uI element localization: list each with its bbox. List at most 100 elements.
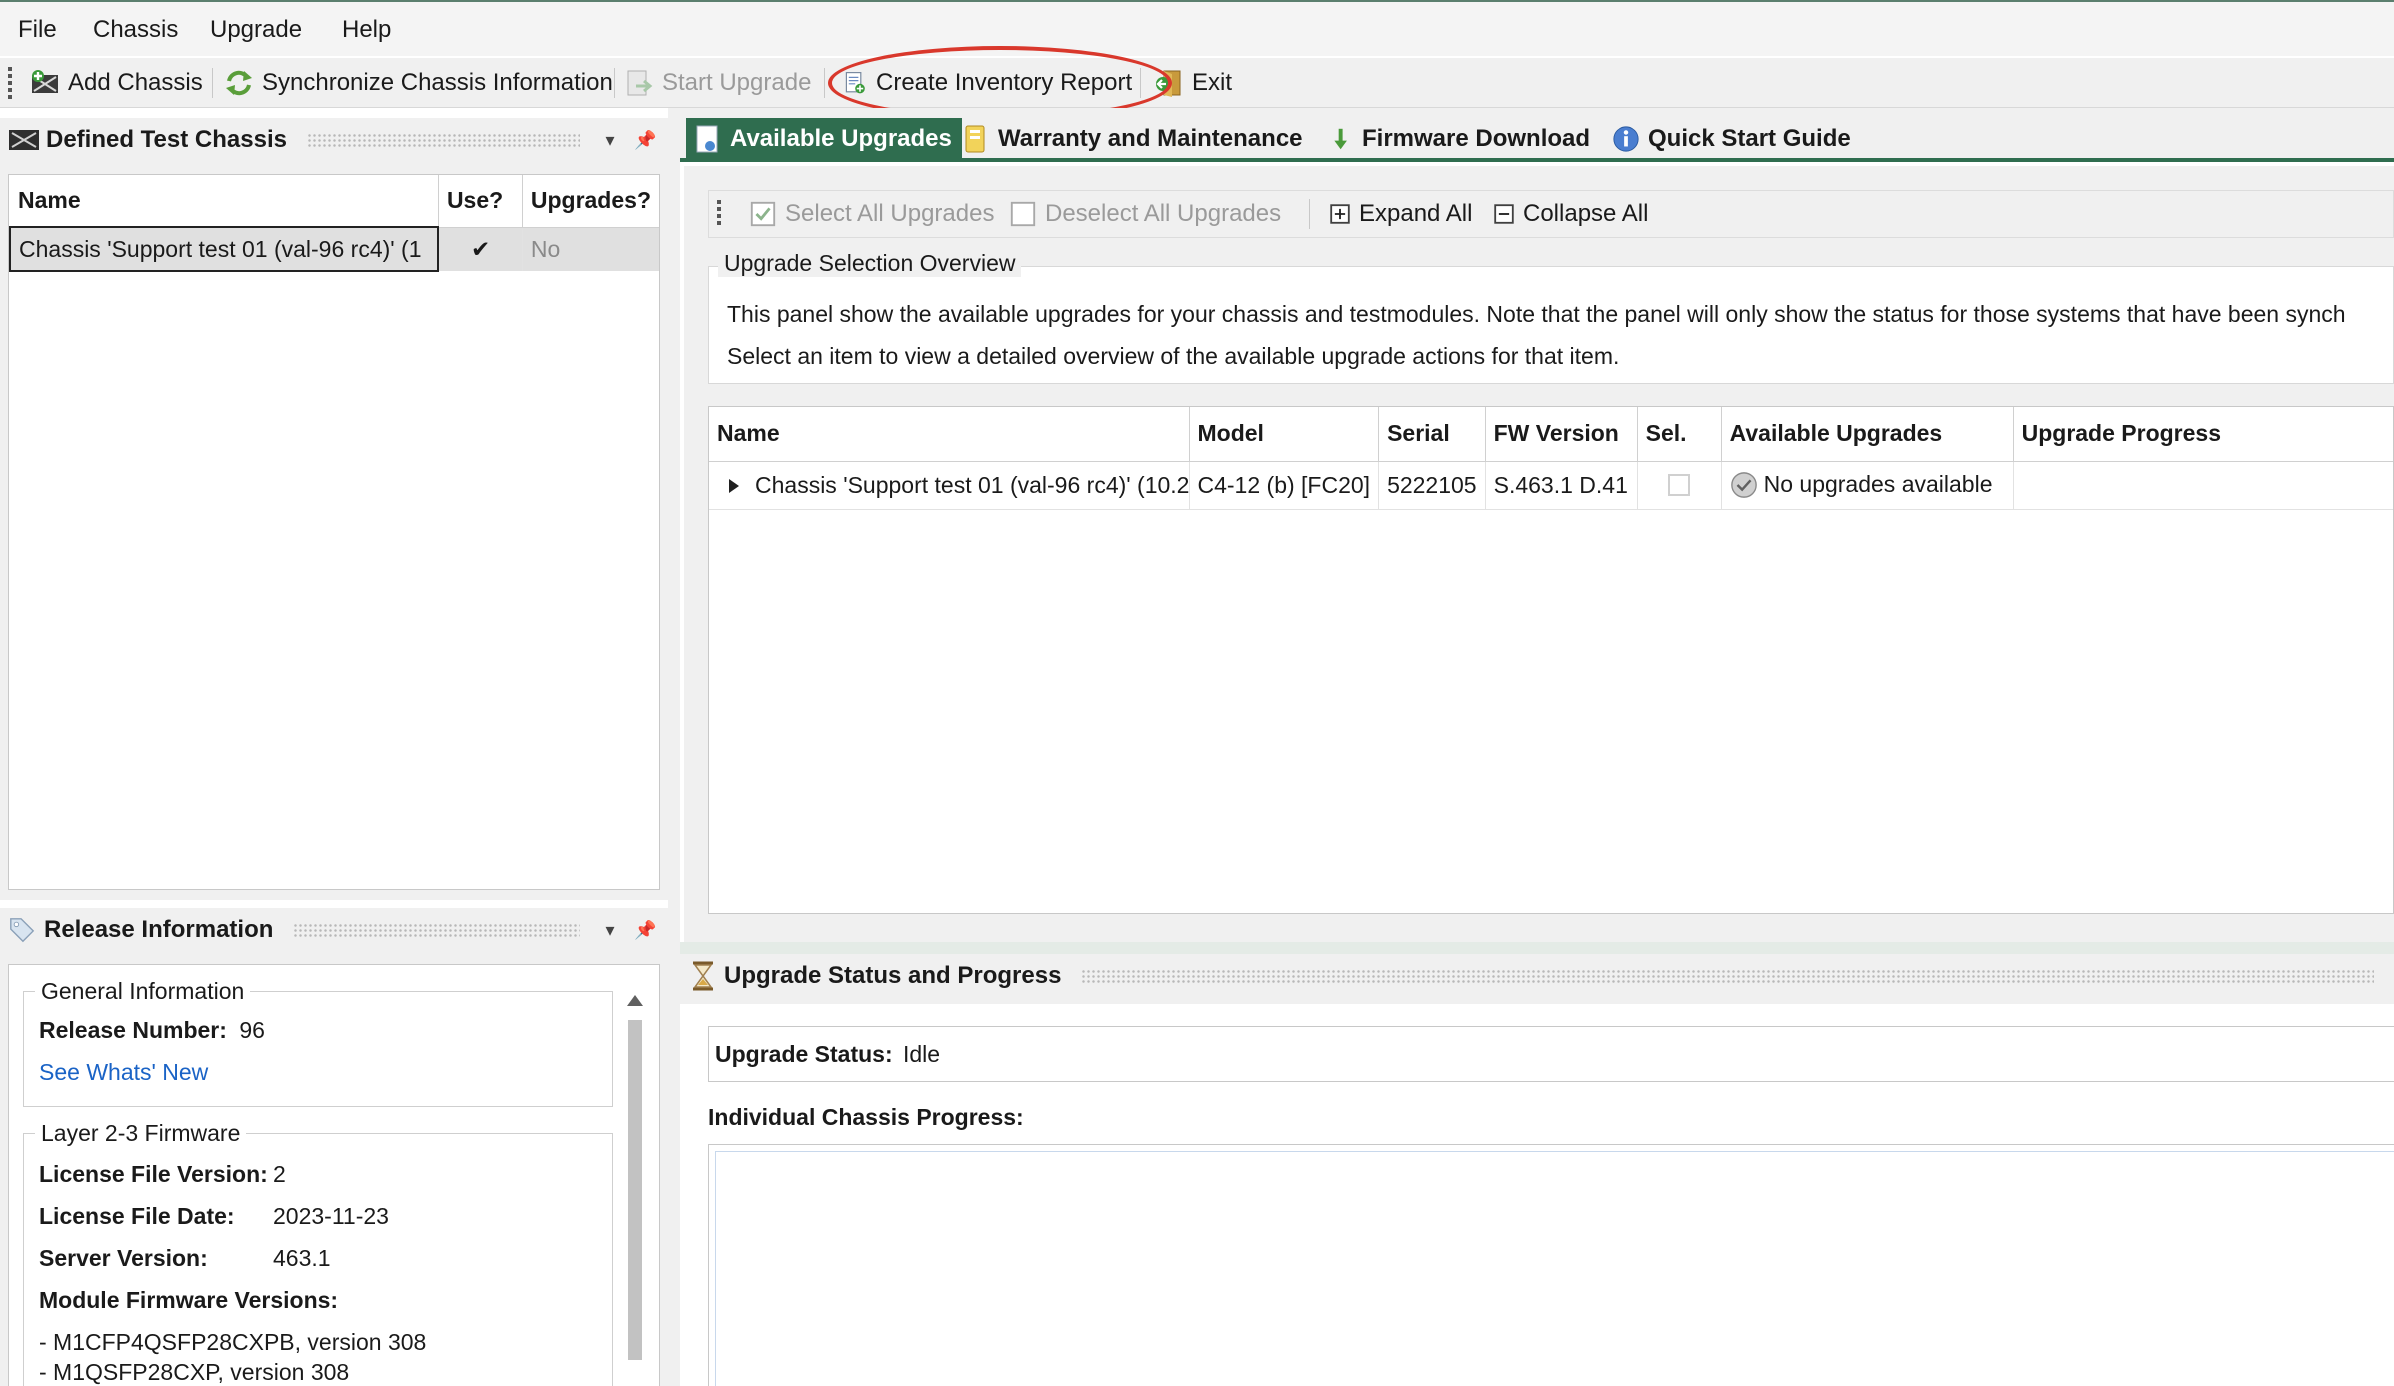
tag-icon <box>10 918 35 943</box>
upgrade-progress-cell <box>2013 461 2393 509</box>
release-info-pane: Release Information ▾ 📌 General Informat… <box>0 908 668 1386</box>
column-header-serial[interactable]: Serial <box>1378 407 1486 462</box>
menu-upgrade[interactable]: Upgrade <box>210 16 302 44</box>
tab-available-upgrades[interactable]: Available Upgrades <box>686 118 962 160</box>
main-toolbar: Add Chassis Synchronize Chassis Informat… <box>0 58 2394 108</box>
chassis-name-cell[interactable]: Chassis 'Support test 01 (val-96 rc4)' (… <box>8 226 440 272</box>
info-icon <box>1613 126 1639 152</box>
column-header-use[interactable]: Use? <box>438 175 523 228</box>
overview-line1: This panel show the available upgrades f… <box>727 301 2346 327</box>
horizontal-splitter[interactable] <box>680 942 2394 954</box>
general-info-group <box>23 991 613 1107</box>
toolbar-separator <box>212 68 213 98</box>
column-header-name[interactable]: Name <box>709 407 1190 462</box>
header-dots <box>293 923 580 937</box>
column-header-name[interactable]: Name <box>10 175 439 228</box>
server-version-value: 463.1 <box>273 1245 331 1271</box>
pin-icon[interactable]: 📌 <box>634 920 656 941</box>
upgrade-status-label: Upgrade Status: <box>715 1041 893 1067</box>
firmware-legend: Layer 2-3 Firmware <box>35 1120 247 1147</box>
select-all-upgrades-button[interactable]: Select All Upgrades <box>749 197 994 231</box>
general-info-legend: General Information <box>35 978 251 1005</box>
chassis-progress-box <box>708 1144 2394 1386</box>
menu-bar: File Chassis Upgrade Help <box>0 0 2394 56</box>
release-info-title: Release Information <box>44 916 274 943</box>
defined-chassis-grid: Name Use? Upgrades? Chassis 'Support tes… <box>8 174 660 890</box>
column-header-upgrades[interactable]: Upgrades? <box>522 175 659 228</box>
toolbar-separator <box>1309 199 1310 229</box>
upgrades-cell: No <box>530 235 561 262</box>
dropdown-icon[interactable]: ▾ <box>600 920 620 941</box>
deselect-all-upgrades-button[interactable]: Deselect All Upgrades <box>1009 197 1281 231</box>
chassis-progress-label: Individual Chassis Progress: <box>708 1104 1024 1130</box>
upgrades-grid: Name Model Serial FW Version Sel. Availa… <box>708 406 2394 914</box>
available-upgrades-panel: Select All Upgrades Deselect All Upgrade… <box>684 166 2394 942</box>
select-checkbox[interactable] <box>1668 474 1691 496</box>
upgrade-status-pane: Upgrade Status and Progress Upgrade Stat… <box>680 954 2394 1386</box>
tab-warranty-label: Warranty and Maintenance <box>998 125 1303 152</box>
table-row[interactable]: Chassis 'Support test 01 (val-96 rc4)' (… <box>709 461 2393 509</box>
available-upgrades-cell: No upgrades available <box>1763 470 1993 497</box>
synchronize-label: Synchronize Chassis Information <box>262 69 613 96</box>
expand-all-button[interactable]: Expand All <box>1329 197 1472 231</box>
sync-icon <box>226 70 252 96</box>
expand-arrow-icon[interactable] <box>729 478 739 493</box>
release-info-content: General Information Release Number: 96 S… <box>8 964 660 1386</box>
synchronize-button[interactable]: Synchronize Chassis Information <box>224 66 613 100</box>
column-header-sel[interactable]: Sel. <box>1637 407 1722 462</box>
chassis-add-icon <box>32 70 58 93</box>
vertical-scrollbar[interactable] <box>623 991 647 1386</box>
toolbar-grip[interactable] <box>8 64 14 102</box>
tab-warranty[interactable]: Warranty and Maintenance <box>962 118 1303 160</box>
expand-icon <box>1330 204 1350 224</box>
upgrade-status-header: Upgrade Status and Progress <box>680 954 2394 998</box>
toolbar-grip[interactable] <box>717 197 723 228</box>
toolbar-separator <box>824 68 825 98</box>
license-file-date-value: 2023-11-23 <box>273 1203 389 1229</box>
module-versions-label: Module Firmware Versions: <box>39 1287 339 1313</box>
add-chassis-label: Add Chassis <box>68 69 203 96</box>
column-header-model[interactable]: Model <box>1189 407 1380 462</box>
menu-chassis[interactable]: Chassis <box>93 16 178 44</box>
server-version-label: Server Version: <box>39 1245 208 1271</box>
no-upgrades-check-icon <box>1730 472 1757 499</box>
whats-new-link[interactable]: See Whats' New <box>39 1059 208 1086</box>
column-header-upgrade-progress[interactable]: Upgrade Progress <box>2013 407 2393 462</box>
license-file-version-label: License File Version: <box>39 1161 268 1187</box>
tab-available-upgrades-label: Available Upgrades <box>730 125 952 152</box>
menu-help[interactable]: Help <box>342 16 391 44</box>
collapse-icon <box>1494 204 1514 224</box>
scroll-up-icon[interactable] <box>627 995 643 1006</box>
header-dots <box>306 133 580 147</box>
collapse-all-button[interactable]: Collapse All <box>1493 197 1648 231</box>
toolbar-separator <box>614 68 615 98</box>
column-header-available-upgrades[interactable]: Available Upgrades <box>1721 407 2014 462</box>
vertical-splitter[interactable] <box>668 108 680 1386</box>
start-upgrade-label: Start Upgrade <box>662 69 812 96</box>
table-row[interactable]: Chassis 'Support test 01 (val-96 rc4)' (… <box>8 226 659 272</box>
exit-label: Exit <box>1192 69 1233 96</box>
menu-file[interactable]: File <box>18 16 57 44</box>
serial-cell: 5222105 <box>1378 461 1486 509</box>
pin-icon[interactable]: 📌 <box>634 130 656 151</box>
add-chassis-button[interactable]: Add Chassis <box>30 66 203 100</box>
fw-version-cell: S.463.1 D.41 <box>1485 461 1638 509</box>
select-all-label: Select All Upgrades <box>785 200 995 227</box>
use-checkbox[interactable]: ✔ <box>438 227 523 271</box>
start-upgrade-button[interactable]: Start Upgrade <box>624 66 811 100</box>
tab-quick-start[interactable]: Quick Start Guide <box>1612 118 1851 160</box>
release-info-header: Release Information ▾ 📌 <box>0 908 668 952</box>
defined-chassis-title: Defined Test Chassis <box>46 126 287 153</box>
scrollbar-thumb[interactable] <box>628 1020 642 1360</box>
dropdown-icon[interactable]: ▾ <box>600 130 620 151</box>
tab-firmware-download[interactable]: Firmware Download <box>1332 118 1590 160</box>
upgrade-status-content: Upgrade Status: Idle Individual Chassis … <box>680 1004 2394 1386</box>
overview-group: This panel show the available upgrades f… <box>708 266 2394 384</box>
document-icon <box>696 125 718 153</box>
tab-firmware-download-label: Firmware Download <box>1362 125 1591 152</box>
chassis-progress-list[interactable] <box>715 1151 2394 1386</box>
column-header-fw-version[interactable]: FW Version <box>1485 407 1638 462</box>
license-file-date-label: License File Date: <box>39 1203 235 1229</box>
license-file-version-value: 2 <box>273 1161 286 1187</box>
upgrade-status-value: Idle <box>903 1041 941 1067</box>
